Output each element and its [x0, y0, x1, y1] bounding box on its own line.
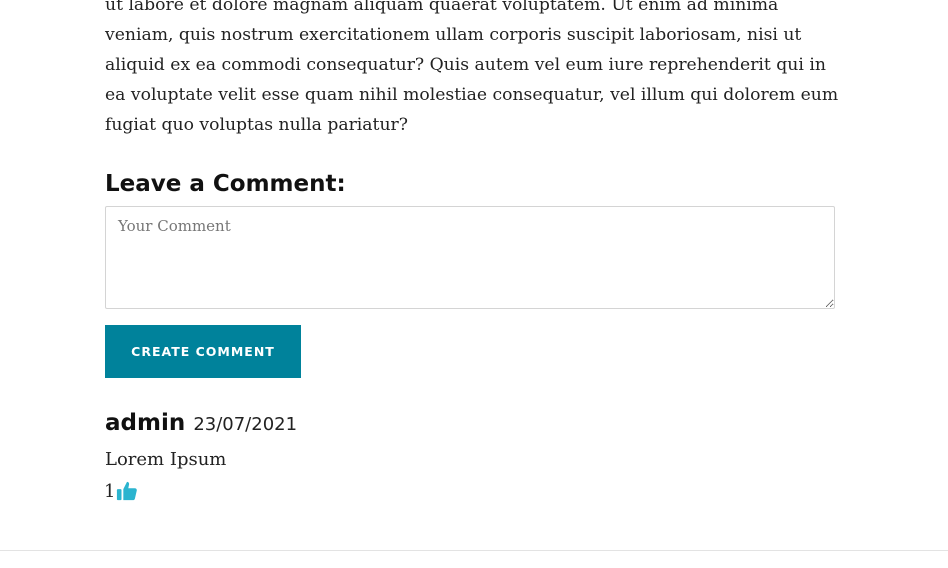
comment-likes: 1: [104, 478, 138, 504]
comment-body: Lorem Ipsum: [105, 449, 227, 470]
comment-date: 23/07/2021: [193, 414, 298, 435]
comment-author: admin: [105, 410, 186, 436]
leave-comment-heading: Leave a Comment:: [105, 171, 346, 197]
article-paragraph: ut labore et dolore magnam aliquam quaer…: [105, 0, 839, 135]
like-count: 1: [104, 480, 116, 502]
create-comment-button[interactable]: CREATE COMMENT: [105, 325, 301, 378]
thumbs-up-icon[interactable]: [116, 480, 138, 502]
comment-textarea[interactable]: [105, 206, 835, 309]
footer-divider: [0, 550, 948, 551]
comment-header: admin 23/07/2021: [105, 406, 297, 442]
